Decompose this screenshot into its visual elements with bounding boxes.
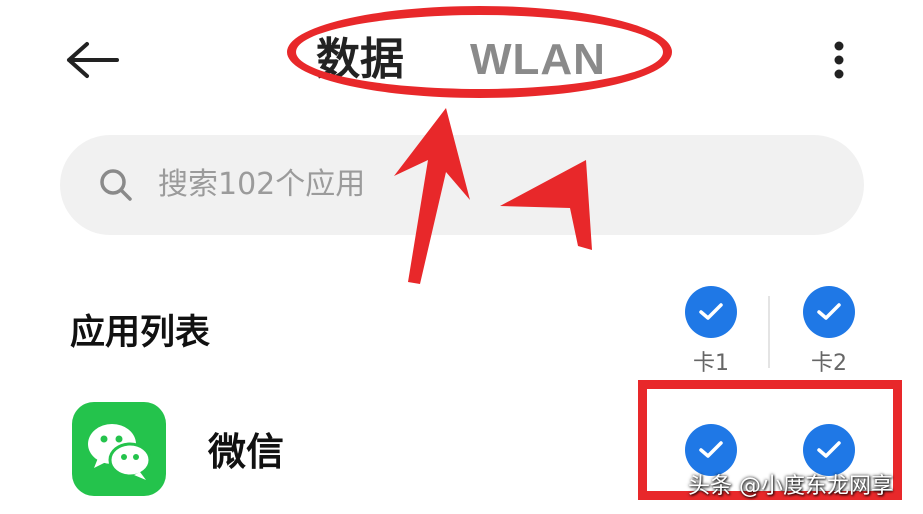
search-icon xyxy=(100,169,132,201)
sim1-select-all-checkbox[interactable] xyxy=(685,286,737,338)
more-options-button[interactable] xyxy=(822,32,856,88)
sim2-select-all-checkbox[interactable] xyxy=(803,286,855,338)
more-vertical-icon xyxy=(834,41,844,79)
column-divider xyxy=(768,296,770,368)
sim1-label: 卡1 xyxy=(693,351,729,376)
back-arrow-icon xyxy=(67,42,119,78)
section-title-app-list: 应用列表 xyxy=(70,313,211,353)
sim2-label: 卡2 xyxy=(811,351,847,376)
wechat-app-icon xyxy=(72,402,166,496)
checkmark-icon xyxy=(699,303,723,320)
watermark-text: 头条 @小度东龙网享 xyxy=(688,474,893,499)
back-button[interactable] xyxy=(62,32,124,88)
wechat-icon xyxy=(88,424,152,480)
search-placeholder: 搜索102个应用 xyxy=(158,167,366,202)
app-data-usage-screen: 数据 WLAN 搜索102个应用 应用列表 卡1 卡2 微信 头条 @小度东龙网… xyxy=(0,0,923,514)
search-input[interactable]: 搜索102个应用 xyxy=(60,135,864,235)
checkmark-icon xyxy=(817,303,841,320)
app-name-wechat: 微信 xyxy=(208,430,285,474)
annotation-ellipse xyxy=(287,6,672,98)
